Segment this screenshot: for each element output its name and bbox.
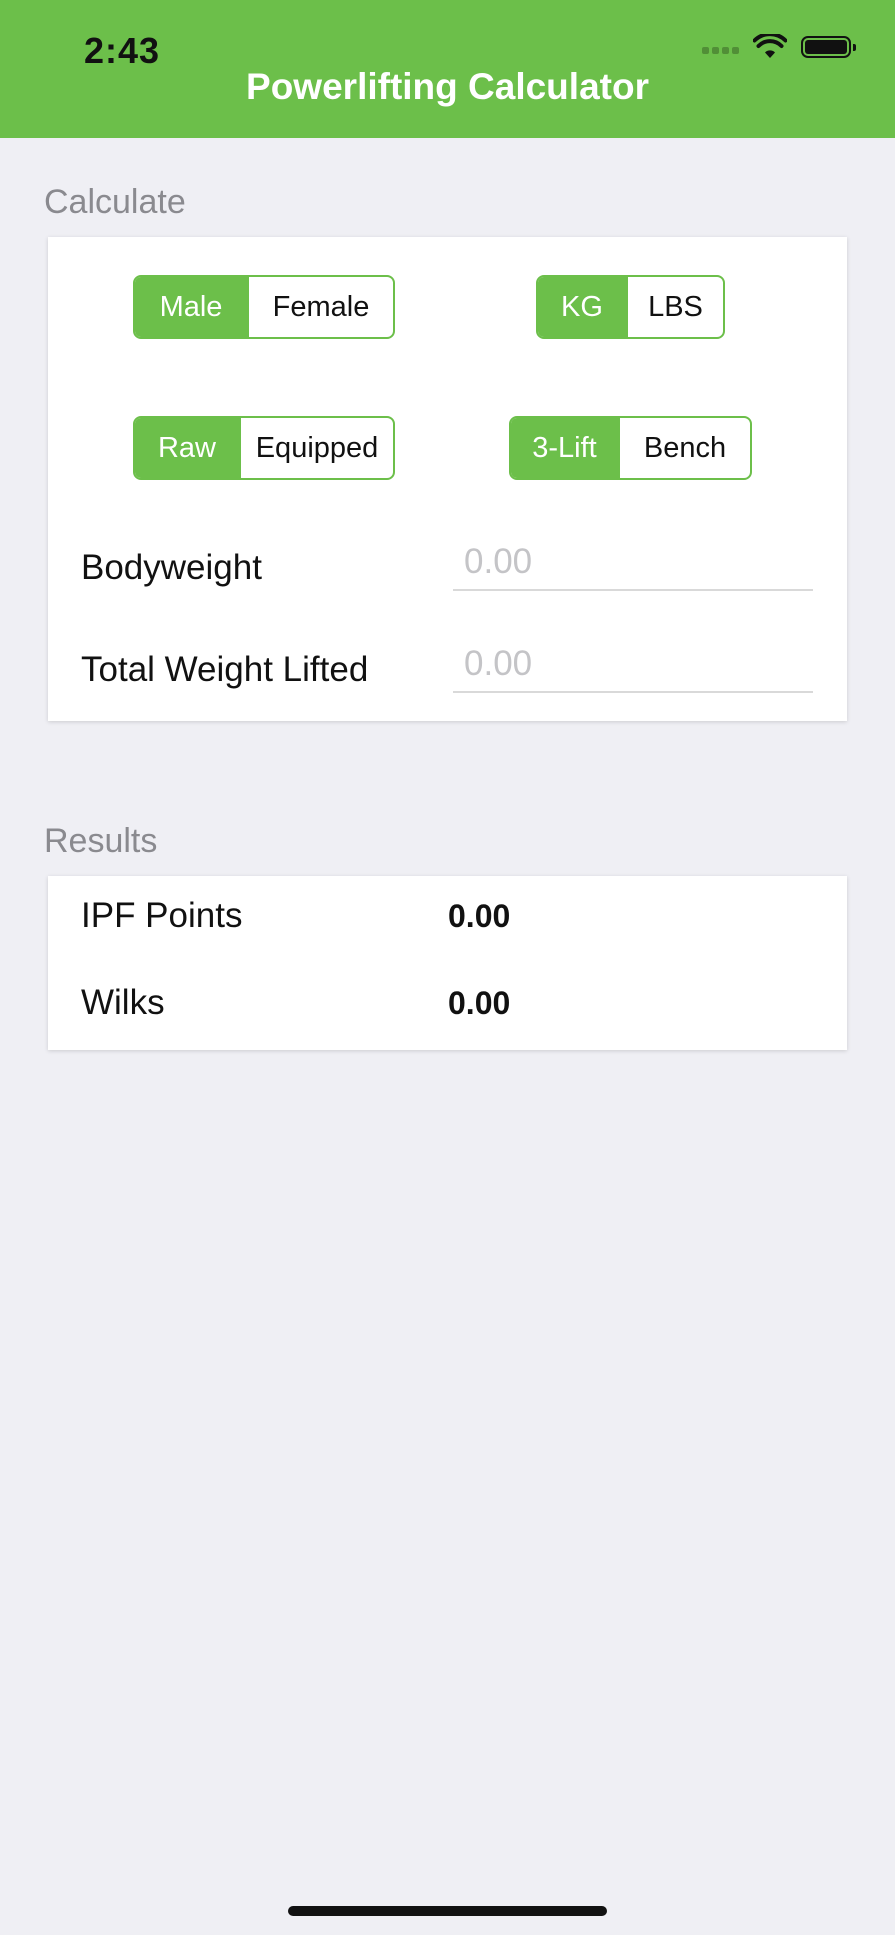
wilks-value: 0.00: [448, 985, 511, 1021]
segment-kg[interactable]: KG: [538, 277, 626, 337]
calculate-section-label: Calculate: [44, 183, 186, 221]
ipf-points-value: 0.00: [448, 898, 511, 934]
bodyweight-input[interactable]: [453, 535, 813, 591]
segment-bench[interactable]: Bench: [618, 418, 750, 478]
segment-lbs[interactable]: LBS: [626, 277, 723, 337]
wilks-label: Wilks: [81, 983, 165, 1022]
total-weight-input[interactable]: [453, 637, 813, 693]
battery-icon: [801, 36, 856, 58]
segment-3-lift[interactable]: 3-Lift: [511, 418, 618, 478]
segment-equipped[interactable]: Equipped: [239, 418, 393, 478]
total-weight-label: Total Weight Lifted: [81, 650, 369, 689]
division-segmented-control: Raw Equipped: [133, 416, 395, 480]
results-section-label: Results: [44, 822, 158, 860]
page-title: Powerlifting Calculator: [246, 66, 649, 107]
segment-male[interactable]: Male: [135, 277, 247, 337]
ipf-points-label: IPF Points: [81, 896, 243, 935]
results-card: IPF Points 0.00 Wilks 0.00: [48, 876, 847, 1050]
unit-segmented-control: KG LBS: [536, 275, 725, 339]
sex-segmented-control: Male Female: [133, 275, 395, 339]
cellular-signal-icon: [702, 40, 739, 54]
event-segmented-control: 3-Lift Bench: [509, 416, 752, 480]
segment-raw[interactable]: Raw: [135, 418, 239, 478]
status-icons: [702, 34, 856, 60]
calculate-card: Male Female KG LBS Raw Equipped 3-Lift B…: [48, 237, 847, 721]
bodyweight-label: Bodyweight: [81, 548, 262, 587]
navigation-bar: 2:43 Powerlifting Calculator: [0, 0, 895, 138]
home-indicator[interactable]: [288, 1906, 607, 1916]
wifi-icon: [753, 34, 787, 58]
segment-female[interactable]: Female: [247, 277, 393, 337]
